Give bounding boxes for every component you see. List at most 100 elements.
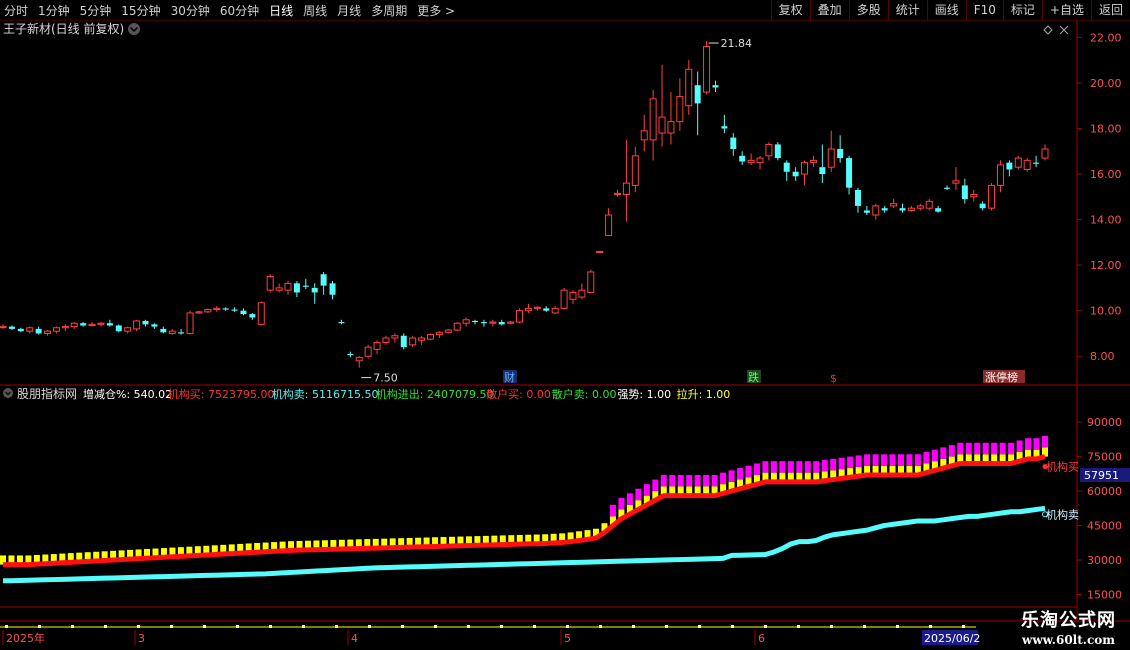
toolbar-action-0[interactable]: 复权 <box>770 0 810 20</box>
period-tab-1[interactable]: 1分钟 <box>38 2 70 19</box>
arrow-right-icon[interactable] <box>1059 25 1065 35</box>
period-dot <box>764 625 767 628</box>
candle <box>115 324 122 333</box>
toolbar-action-2[interactable]: 多股 <box>848 0 888 20</box>
period-dot <box>269 625 272 628</box>
period-dot <box>5 625 8 628</box>
indicator-param-6: 强势: 1.00 <box>617 388 671 401</box>
price-tick-label: 18.00 <box>1090 122 1122 135</box>
chart-area[interactable]: 王子新材(日线 前复权) 22.00 20.00 18.00 16.00 14.00 12… <box>0 21 1130 650</box>
period-tab-5[interactable]: 60分钟 <box>220 2 259 19</box>
candle <box>952 167 960 190</box>
price-tick-label: 12.00 <box>1090 259 1122 272</box>
toolbar-action-6[interactable]: 标记 <box>1002 0 1042 20</box>
magenta-bar <box>1025 438 1032 450</box>
candle <box>355 356 363 368</box>
candle <box>819 144 826 184</box>
indicator-param-4: 散户买: 0.00 <box>486 387 551 401</box>
toolbar-action-3[interactable]: 统计 <box>887 0 927 20</box>
candle <box>213 306 221 312</box>
magenta-bar <box>762 461 769 473</box>
period-dot <box>104 625 107 628</box>
toolbar-action-4[interactable]: 画线 <box>926 0 966 20</box>
candle <box>178 328 185 335</box>
period-tabs: 分时 1分钟 5分钟 15分钟 30分钟 60分钟 日线 周线 月线 多周期 更多 > <box>4 0 455 20</box>
period-tab-0[interactable]: 分时 <box>4 2 28 19</box>
candle <box>231 307 238 312</box>
candle <box>774 142 781 161</box>
date-label: 4 <box>351 632 358 645</box>
period-tab-2[interactable]: 5分钟 <box>80 2 112 19</box>
magenta-bar <box>813 461 820 473</box>
candle <box>472 319 479 325</box>
candle <box>151 323 158 329</box>
magenta-bar <box>711 474 718 487</box>
candle <box>293 281 300 298</box>
candle <box>640 114 648 152</box>
price-y-axis: 22.00 20.00 18.00 16.00 14.00 12.00 10.00 8.00 <box>1077 31 1122 363</box>
magenta-bar <box>872 454 879 466</box>
event-marker-die-label: 跌 <box>748 370 759 384</box>
indicator-params: 增减仓%: 540.02机构买: 7523795.00机构卖: 5116715.… <box>83 387 730 401</box>
candle <box>979 201 986 211</box>
period-dot <box>797 625 800 628</box>
candle <box>551 306 559 315</box>
candle <box>17 327 24 333</box>
period-tab-3[interactable]: 15分钟 <box>121 2 160 19</box>
candle <box>106 319 113 327</box>
period-tab-9[interactable]: 多周期 <box>371 2 407 19</box>
ind-tick-label: 45000 <box>1087 520 1122 533</box>
toolbar-action-1[interactable]: 叠加 <box>809 0 849 20</box>
period-dot <box>896 625 899 628</box>
event-marker-dollar[interactable]: $ <box>830 372 837 385</box>
toolbar-action-7[interactable]: +自选 <box>1041 0 1091 20</box>
candle <box>676 78 684 131</box>
candle <box>444 328 452 334</box>
candle <box>881 205 888 213</box>
candle <box>391 333 399 343</box>
event-marker-die[interactable]: 跌 <box>747 370 761 384</box>
candle <box>35 326 42 335</box>
period-tab-7[interactable]: 周线 <box>303 2 327 19</box>
candle <box>944 185 951 190</box>
period-dot <box>137 625 140 628</box>
event-marker-limit-up[interactable]: 涨停榜 <box>983 370 1025 384</box>
candle <box>400 333 407 350</box>
candle <box>61 324 69 332</box>
candle <box>70 322 78 329</box>
diamond-icon[interactable] <box>1043 25 1053 35</box>
indicator-param-1: 机构买: 7523795.00 <box>168 387 275 401</box>
magenta-bar <box>660 474 667 487</box>
candle <box>160 326 167 334</box>
period-dot <box>434 625 437 628</box>
period-tab-8[interactable]: 月线 <box>337 2 361 19</box>
candle <box>222 307 229 311</box>
magenta-bar <box>991 442 998 455</box>
magenta-bar <box>635 488 642 501</box>
high-marker: 21.84 <box>708 37 752 50</box>
candle <box>560 287 568 310</box>
period-tab-6[interactable]: 日线 <box>269 2 293 19</box>
magenta-bar <box>652 479 659 492</box>
chevron-down-icon[interactable] <box>128 23 140 35</box>
magenta-bar <box>787 461 794 473</box>
event-marker-cai[interactable]: 财 <box>503 370 517 384</box>
period-tab-4[interactable]: 30分钟 <box>171 2 210 19</box>
date-label: 5 <box>564 632 571 645</box>
magenta-bar <box>609 504 616 517</box>
candle <box>409 335 417 348</box>
ind-tick-label: 75000 <box>1087 451 1122 464</box>
candle <box>249 312 256 320</box>
candle <box>266 274 274 293</box>
toolbar-action-8[interactable]: 返回 <box>1090 0 1130 20</box>
settings-circle-icon[interactable] <box>3 388 13 398</box>
candle <box>622 139 630 222</box>
institution-buy-line <box>3 454 1046 568</box>
magenta-bar <box>626 493 633 505</box>
ind-tick-label: 60000 <box>1087 485 1122 498</box>
date-label: 2025年 <box>6 631 45 645</box>
candle <box>435 331 443 339</box>
period-tab-10[interactable]: 更多 > <box>417 2 455 19</box>
candle <box>730 133 737 156</box>
toolbar-action-5[interactable]: F10 <box>965 0 1003 20</box>
